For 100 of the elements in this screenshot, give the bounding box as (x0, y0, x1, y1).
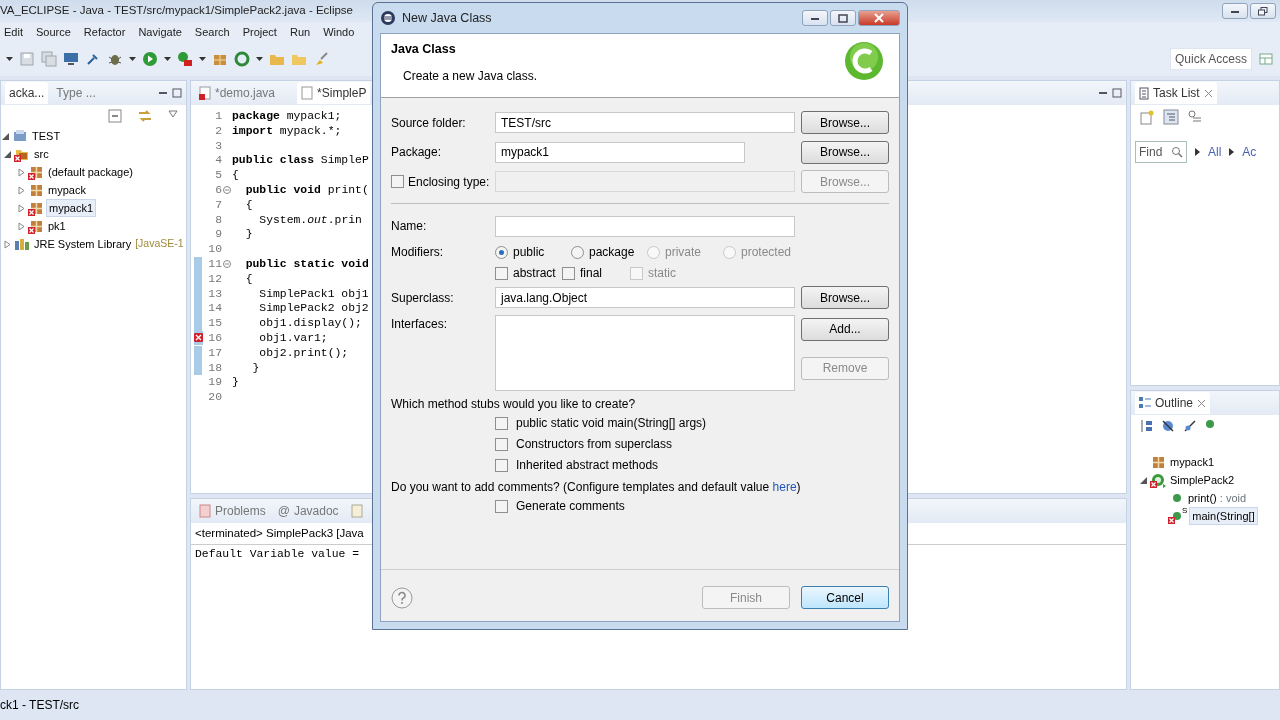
outline-item[interactable]: mypack1 (1168, 453, 1217, 471)
line-number: 15 (207, 316, 222, 331)
tree-item[interactable]: mypack (46, 181, 88, 199)
code-line: import mypack.*; (232, 123, 342, 139)
line-number: 2 (214, 123, 222, 139)
checkbox-label: static (648, 265, 676, 282)
line-number: 5 (214, 168, 222, 183)
line-number: 12 (207, 271, 222, 287)
code-line: obj1.var1; (258, 330, 328, 346)
menu-item[interactable]: Refactor (83, 23, 126, 41)
superclass-field[interactable]: java.lang.Object (495, 287, 795, 309)
interfaces-list[interactable] (495, 314, 795, 391)
list-button[interactable]: Add... (801, 317, 889, 341)
menu-item[interactable]: Project (242, 23, 277, 41)
checkbox[interactable] (495, 458, 508, 472)
minimize-button[interactable] (802, 10, 828, 26)
editor-tab[interactable]: *demo.java (195, 82, 280, 104)
view-tab[interactable]: Problems (195, 500, 270, 522)
outline-item[interactable]: print() : void (1186, 489, 1249, 507)
field-label: Superclass: (391, 289, 455, 307)
filter-link[interactable]: Ac (1242, 143, 1257, 161)
browse-button[interactable]: Browse... (801, 286, 889, 310)
code-line: package mypack1; (232, 109, 342, 124)
line-number: 8 (214, 212, 222, 228)
browse-button[interactable]: Browse... (801, 140, 889, 164)
source-folder-field[interactable]: TEST/src (495, 112, 795, 134)
checkbox[interactable] (495, 266, 508, 280)
caret-icon (6, 57, 13, 61)
maximize-icon (838, 13, 848, 23)
editor-tab[interactable]: *SimpleP (297, 82, 371, 104)
checkbox[interactable] (562, 266, 575, 280)
dialog-button[interactable]: Cancel (801, 586, 889, 609)
line-number: 18 (207, 360, 222, 376)
page-heading: Java Class (391, 41, 457, 58)
radio-button[interactable] (571, 245, 584, 259)
tree-item[interactable]: JRE System Library (32, 235, 134, 253)
minimize-button[interactable] (1222, 3, 1248, 19)
method-icon (1205, 419, 1215, 429)
caret-icon (129, 57, 136, 61)
checkbox[interactable] (495, 416, 508, 430)
run-stop-icon (177, 51, 193, 67)
menu-item[interactable]: Windo (323, 23, 355, 41)
close-icon (1203, 88, 1213, 98)
templates-link[interactable]: here (772, 479, 797, 494)
find-field[interactable]: Find (1135, 141, 1187, 163)
menu-item[interactable]: Source (35, 23, 71, 41)
code-line: } (232, 375, 239, 391)
tree-item[interactable]: TEST (30, 127, 63, 145)
status-text: ck1 - TEST/src (0, 697, 80, 714)
caret-icon (164, 57, 171, 61)
page-description: Create a new Java class. (402, 67, 538, 85)
checkbox[interactable] (495, 499, 508, 513)
eclipse-icon (380, 10, 396, 26)
checkbox[interactable] (495, 437, 508, 451)
outline-item[interactable]: SimplePack2 (1168, 471, 1237, 489)
field-label: Package: (391, 144, 443, 162)
quick-access-field[interactable]: Quick Access (1169, 48, 1252, 70)
browse-button[interactable]: Browse... (801, 111, 889, 135)
line-number: 4 (214, 153, 222, 169)
maximize-button[interactable] (830, 10, 856, 26)
tree-item[interactable]: mypack1 (46, 198, 97, 218)
panel-tab[interactable]: Outline (1135, 392, 1211, 414)
panel-tab[interactable]: acka... (5, 82, 49, 104)
menu-item[interactable]: Search (194, 23, 230, 41)
close-button[interactable] (858, 10, 900, 26)
radio-label: package (589, 244, 635, 261)
restore-button[interactable] (1250, 3, 1276, 19)
tree-item[interactable]: src (32, 145, 51, 163)
tree-item[interactable]: (default package) (46, 163, 135, 181)
view-tab[interactable]: @ Javadoc (273, 500, 343, 522)
monitor-icon (63, 51, 79, 67)
tree-item[interactable]: pk1 (46, 217, 68, 235)
java-file-icon (199, 86, 211, 100)
line-number: 7 (214, 197, 222, 213)
maximize-icon (1112, 88, 1122, 98)
radio-button[interactable] (495, 245, 508, 259)
new-task-icon (1139, 109, 1155, 125)
package-field[interactable]: mypack1 (495, 141, 745, 163)
field-label: Modifiers: (391, 244, 444, 261)
panel-tab[interactable]: Type ... (52, 82, 100, 104)
menu-item[interactable]: Run (289, 23, 311, 41)
filter-link[interactable]: All (1208, 143, 1222, 161)
name-field[interactable] (495, 215, 795, 237)
code-line: { (244, 271, 253, 287)
code-line: obj2.print(); (258, 345, 349, 361)
close-icon (874, 13, 884, 23)
link-editor-icon (138, 109, 152, 123)
menu-item[interactable]: Navigate (138, 23, 182, 41)
save-all-icon (41, 51, 57, 67)
panel-tab[interactable]: Task List (1135, 82, 1217, 104)
outline-item[interactable]: main(String[] (1189, 506, 1258, 526)
menu-item[interactable]: Edit (4, 23, 23, 41)
radio-label: private (665, 244, 702, 261)
maximize-icon (172, 88, 182, 98)
code-line: public static void (244, 256, 369, 272)
line-number: 14 (207, 301, 222, 317)
line-number: 1 (214, 109, 222, 124)
enclosing-type-field[interactable] (495, 171, 795, 193)
line-number: 10 (207, 242, 222, 257)
checkbox[interactable] (391, 175, 404, 189)
